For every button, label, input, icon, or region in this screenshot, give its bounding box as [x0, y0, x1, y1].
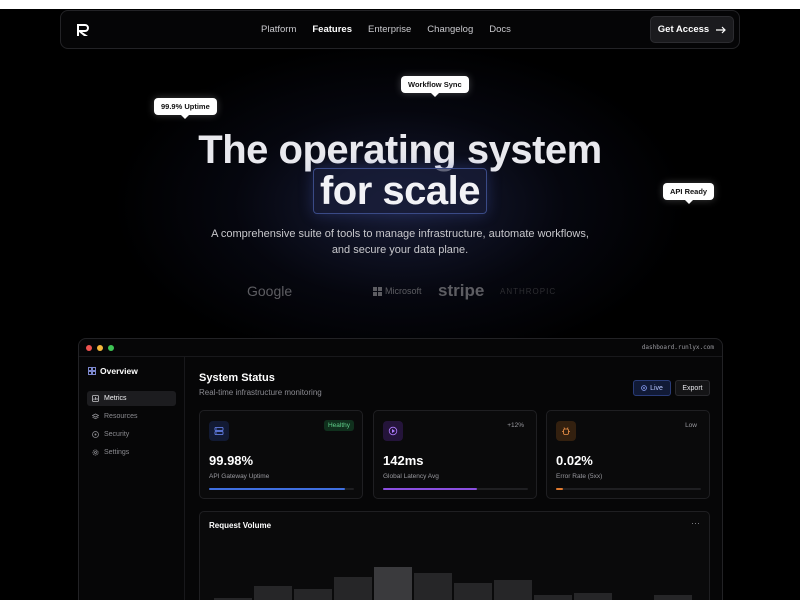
export-button[interactable]: Export	[675, 380, 710, 396]
bar-6	[454, 583, 492, 600]
window-titlebar: dashboard.runlyx.com	[79, 339, 722, 357]
sidebar-item-label: Settings	[104, 449, 130, 456]
sidebar-item-resources[interactable]: Resources	[87, 409, 176, 424]
sidebar-item-label: Resources	[104, 413, 138, 420]
sidebar-item-metrics[interactable]: Metrics	[87, 391, 176, 406]
chart-icon	[92, 395, 99, 402]
dashboard-main: System Status Real-time infrastructure m…	[199, 357, 711, 600]
sidebar-title: Overview	[88, 366, 138, 376]
bar-4	[374, 567, 412, 600]
bar-8	[534, 595, 572, 600]
metric-label: Error Rate (5xx)	[556, 473, 603, 480]
bar-3	[334, 577, 372, 600]
trend-badge: +12%	[507, 422, 524, 429]
bar-2	[294, 589, 332, 600]
google-logo: Google	[247, 283, 293, 299]
server-icon	[209, 421, 229, 441]
status-badge: Healthy	[323, 420, 354, 431]
bar-9	[574, 593, 612, 600]
microsoft-logo-text: Microsoft	[385, 286, 422, 296]
metric-label: API Gateway Uptime	[209, 473, 270, 480]
get-access-button[interactable]: Get Access	[650, 16, 734, 43]
hero-subtitle-line1: A comprehensive suite of tools to manage…	[211, 228, 589, 240]
sidebar-item-settings[interactable]: Settings	[87, 445, 176, 460]
sidebar-title-label: Overview	[100, 366, 138, 376]
live-icon	[641, 385, 647, 391]
nav-link-changelog[interactable]: Changelog	[427, 24, 473, 35]
close-window-dot[interactable]	[86, 345, 92, 351]
layers-icon	[92, 413, 99, 420]
nav-link-docs[interactable]: Docs	[489, 24, 511, 35]
progress-fill	[209, 488, 346, 490]
progress-track	[383, 488, 528, 490]
shield-icon	[92, 431, 99, 438]
metric-card-latency[interactable]: +12% 142ms Global Latency Avg	[373, 410, 537, 499]
bar-7	[494, 580, 532, 600]
minimize-window-dot[interactable]	[97, 345, 103, 351]
hero-title-line1: The operating system	[198, 128, 602, 172]
sidebar-item-label: Security	[104, 431, 130, 438]
bar-chart-svg	[214, 567, 692, 600]
progress-fill	[556, 488, 564, 490]
workflow-sync-badge: Workflow Sync	[401, 76, 469, 97]
bar-5	[414, 573, 452, 600]
metric-card-errors[interactable]: Low 0.02% Error Rate (5xx)	[546, 410, 710, 499]
arrow-right-icon	[716, 26, 727, 33]
nav-link-features[interactable]: Features	[312, 24, 352, 35]
severity-badge: Low	[685, 422, 697, 429]
bar-1	[254, 586, 292, 600]
live-label: Live	[650, 384, 663, 392]
metric-value: 142ms	[383, 453, 424, 468]
hero-subtitle-line2: and secure your data plane.	[331, 244, 469, 256]
metric-label: Global Latency Avg	[383, 473, 439, 480]
microsoft-icon	[373, 286, 382, 296]
dashboard-window: dashboard.runlyx.com Overview Metrics Re…	[78, 338, 723, 600]
gear-icon	[92, 449, 99, 456]
progress-track	[556, 488, 701, 490]
partner-logos: Google Microsoft stripe ANTHROPIC	[0, 281, 800, 303]
sidebar-item-security[interactable]: Security	[87, 427, 176, 442]
sidebar-item-label: Metrics	[104, 395, 127, 402]
metric-value: 0.02%	[556, 453, 593, 468]
dashboard-subtitle: Real-time infrastructure monitoring	[199, 388, 322, 397]
progress-track	[209, 488, 354, 490]
logo-icon[interactable]	[75, 22, 91, 38]
bar-11	[654, 595, 692, 600]
stripe-logo: stripe	[438, 281, 485, 300]
request-volume-chart: Request Volume ···	[199, 511, 710, 600]
dashboard-title: System Status	[199, 372, 275, 384]
window-url: dashboard.runlyx.com	[641, 344, 714, 351]
nav-link-platform[interactable]: Platform	[261, 24, 296, 35]
progress-fill	[383, 488, 478, 490]
nav-links: Platform Features Enterprise Changelog D…	[261, 11, 511, 48]
live-button[interactable]: Live	[633, 380, 671, 396]
maximize-window-dot[interactable]	[108, 345, 114, 351]
microsoft-logo: Microsoft	[373, 286, 422, 296]
uptime-badge: 99.9% Uptime	[154, 98, 217, 119]
metric-value: 99.98%	[209, 453, 254, 468]
top-nav: Platform Features Enterprise Changelog D…	[60, 10, 740, 49]
metric-card-uptime[interactable]: Healthy 99.98% API Gateway Uptime	[199, 410, 363, 499]
hero-subtitle: A comprehensive suite of tools to manage…	[0, 226, 800, 258]
hero-title-line2: for scale	[319, 169, 481, 213]
anthropic-logo: ANTHROPIC	[500, 287, 557, 296]
bug-icon	[556, 421, 576, 441]
get-access-label: Get Access	[657, 24, 710, 35]
gauge-icon	[383, 421, 403, 441]
dashboard-sidebar: Overview Metrics Resources Security Sett…	[79, 357, 185, 600]
nav-link-enterprise[interactable]: Enterprise	[368, 24, 411, 35]
top-strip	[0, 0, 800, 9]
grid-icon	[88, 367, 96, 375]
